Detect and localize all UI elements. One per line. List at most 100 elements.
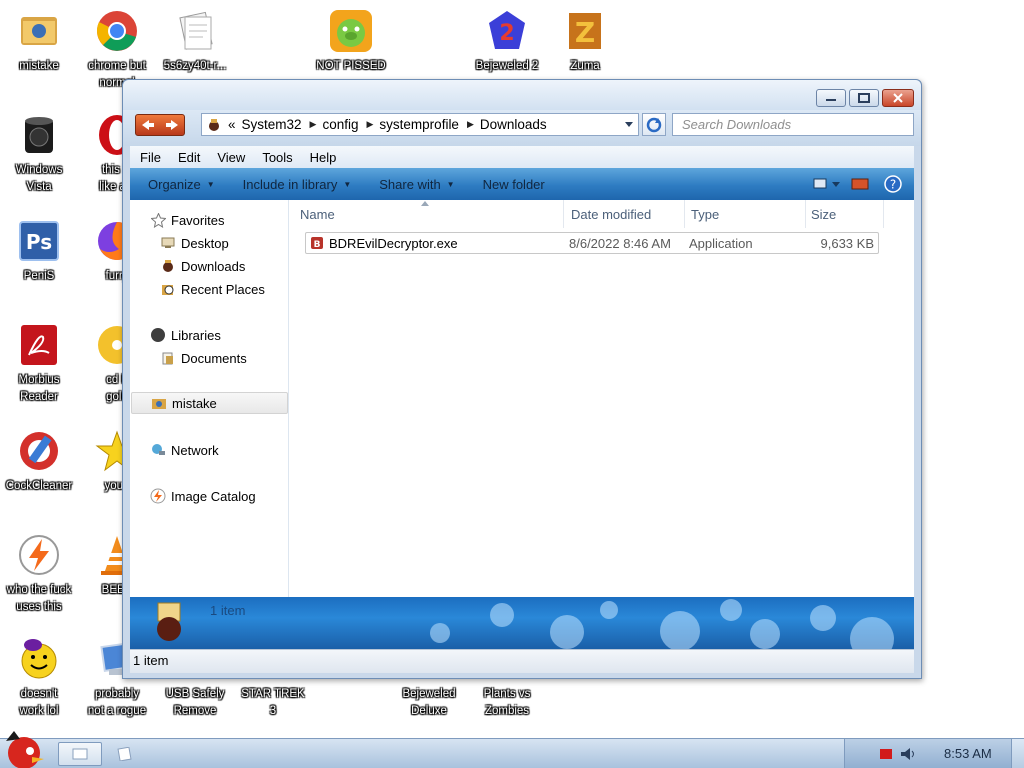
crumb-systemprofile[interactable]: systemprofile [379,117,459,132]
nav-documents[interactable]: Documents [130,347,287,369]
desktop-icon-zuma[interactable]: Z Zuma [546,8,624,75]
svg-text:B: B [314,240,321,250]
help-icon[interactable]: ? [882,173,904,195]
menu-help[interactable]: Help [310,150,337,165]
menu-view[interactable]: View [217,150,245,165]
user-folder-icon [151,395,167,411]
file-name: BDREvilDecryptor.exe [329,236,458,251]
nav-downloads[interactable]: Downloads [130,255,287,277]
minimize-button[interactable] [816,89,846,107]
nav-image-catalog[interactable]: Image Catalog [130,485,287,507]
crumb-separator-icon[interactable]: ▶ [467,119,474,130]
lightning-icon [16,532,62,578]
share-with-button[interactable]: Share with ▼ [379,177,454,192]
forward-arrow-icon [166,120,178,130]
volume-icon[interactable] [899,746,917,762]
column-header-type[interactable]: Type [686,200,806,228]
documents-icon [160,350,176,366]
close-icon [893,93,903,103]
taskbar-show-desktop-button[interactable] [110,742,140,766]
file-list-pane: Name Date modified Type Size B BDREvilDe… [290,200,914,597]
status-item-count: 1 item [133,653,169,668]
system-tray: 8:53 AM [844,739,1024,768]
svg-text:Ps: Ps [26,230,52,254]
desktop-icon-document[interactable]: 5s6zy40t-r... [156,8,234,75]
crumb-separator-icon[interactable]: ▶ [310,119,317,130]
bin-icon [16,112,62,158]
crumb-system32[interactable]: System32 [242,117,302,132]
taskbar: 8:53 AM [0,731,1024,768]
forward-button[interactable] [160,115,184,135]
chevron-down-icon: ▼ [206,179,215,189]
preview-pane-icon[interactable] [846,176,876,192]
desktop-icon-morbius-reader[interactable]: Morbius Reader [0,322,78,406]
svg-text:?: ? [890,178,896,192]
nav-libraries[interactable]: Libraries [130,324,287,346]
back-arrow-icon [142,120,154,130]
start-button[interactable] [2,729,50,768]
column-header-size[interactable]: Size [807,200,884,228]
menu-file[interactable]: File [140,150,161,165]
maximize-icon [858,93,870,103]
taskbar-explorer-button[interactable] [58,742,102,766]
close-button[interactable] [882,89,914,107]
file-date: 8/6/2022 8:46 AM [569,236,671,251]
clock[interactable]: 8:53 AM [944,746,992,761]
desktop-icon-who-uses-this[interactable]: who the fuck uses this [0,532,78,616]
address-overflow[interactable]: « [228,117,236,132]
crumb-separator-icon[interactable]: ▶ [367,119,374,130]
refresh-button[interactable] [642,113,666,136]
user-folder-icon [16,8,62,54]
desktop-icon-mistake[interactable]: mistake [0,8,78,75]
desktop-icon-not-pissed[interactable]: NOT PISSED [312,8,390,75]
star-icon [150,212,166,228]
crumb-config[interactable]: config [322,117,358,132]
nav-network[interactable]: Network [130,439,287,461]
menu-tools[interactable]: Tools [262,150,292,165]
back-forward-buttons [135,114,185,136]
maximize-button[interactable] [849,89,879,107]
desktop-icon-bejeweled-2[interactable]: 2 Bejeweled 2 [468,8,546,75]
yahoo-messenger-icon [16,636,62,682]
gem-icon: 2 [484,8,530,54]
crumb-downloads[interactable]: Downloads [480,117,547,132]
security-alert-icon[interactable] [879,748,893,760]
chevron-down-icon[interactable] [624,121,634,129]
column-header-date[interactable]: Date modified [565,200,685,228]
desktop-icon [160,235,176,251]
file-row[interactable]: B BDREvilDecryptor.exe 8/6/2022 8:46 AM … [305,232,879,254]
libraries-icon [150,327,166,343]
column-header-name[interactable]: Name [290,200,564,228]
document-icon [172,8,218,54]
application-icon: B [311,237,323,250]
document-small-icon [117,747,132,761]
include-in-library-button[interactable]: Include in library ▼ [243,177,352,192]
search-input[interactable]: Search Downloads [672,113,914,136]
back-button[interactable] [136,115,160,135]
desktop-icon-yahoo[interactable]: doesn't work lol [0,636,78,720]
explorer-window[interactable]: « System32 ▶ config ▶ systemprofile ▶ Do… [122,79,922,679]
nav-favorites[interactable]: Favorites [130,209,287,231]
nav-recent-places[interactable]: Recent Places [130,278,287,300]
organize-button[interactable]: Organize ▼ [148,177,215,192]
command-bar: Organize ▼ Include in library ▼ Share with… [130,168,914,200]
new-folder-button[interactable]: New folder [483,177,545,192]
change-view-icon[interactable] [812,176,842,192]
content-area: Favorites Desktop Downloads Recent Place… [130,200,914,597]
menu-edit[interactable]: Edit [178,150,200,165]
details-item-count: 1 item [210,603,246,618]
desktop-icon-windows-vista[interactable]: Windows Vista [0,112,78,196]
show-desktop-button[interactable] [1011,739,1024,768]
explorer-window-icon [72,748,88,760]
minimize-icon [826,99,836,101]
refresh-icon [646,117,662,132]
desktop-icon-cockcleaner[interactable]: CockCleaner [0,428,78,495]
window-titlebar[interactable] [123,80,921,110]
address-bar[interactable]: « System32 ▶ config ▶ systemprofile ▶ Do… [201,113,639,136]
desktop-icon-penis[interactable]: Ps PeniS [0,218,78,285]
svg-text:Z: Z [575,16,595,49]
nav-desktop[interactable]: Desktop [130,232,287,254]
chevron-down-icon: ▼ [446,179,455,189]
nav-user-mistake[interactable]: mistake [131,392,288,414]
downloads-folder-icon [160,258,176,274]
